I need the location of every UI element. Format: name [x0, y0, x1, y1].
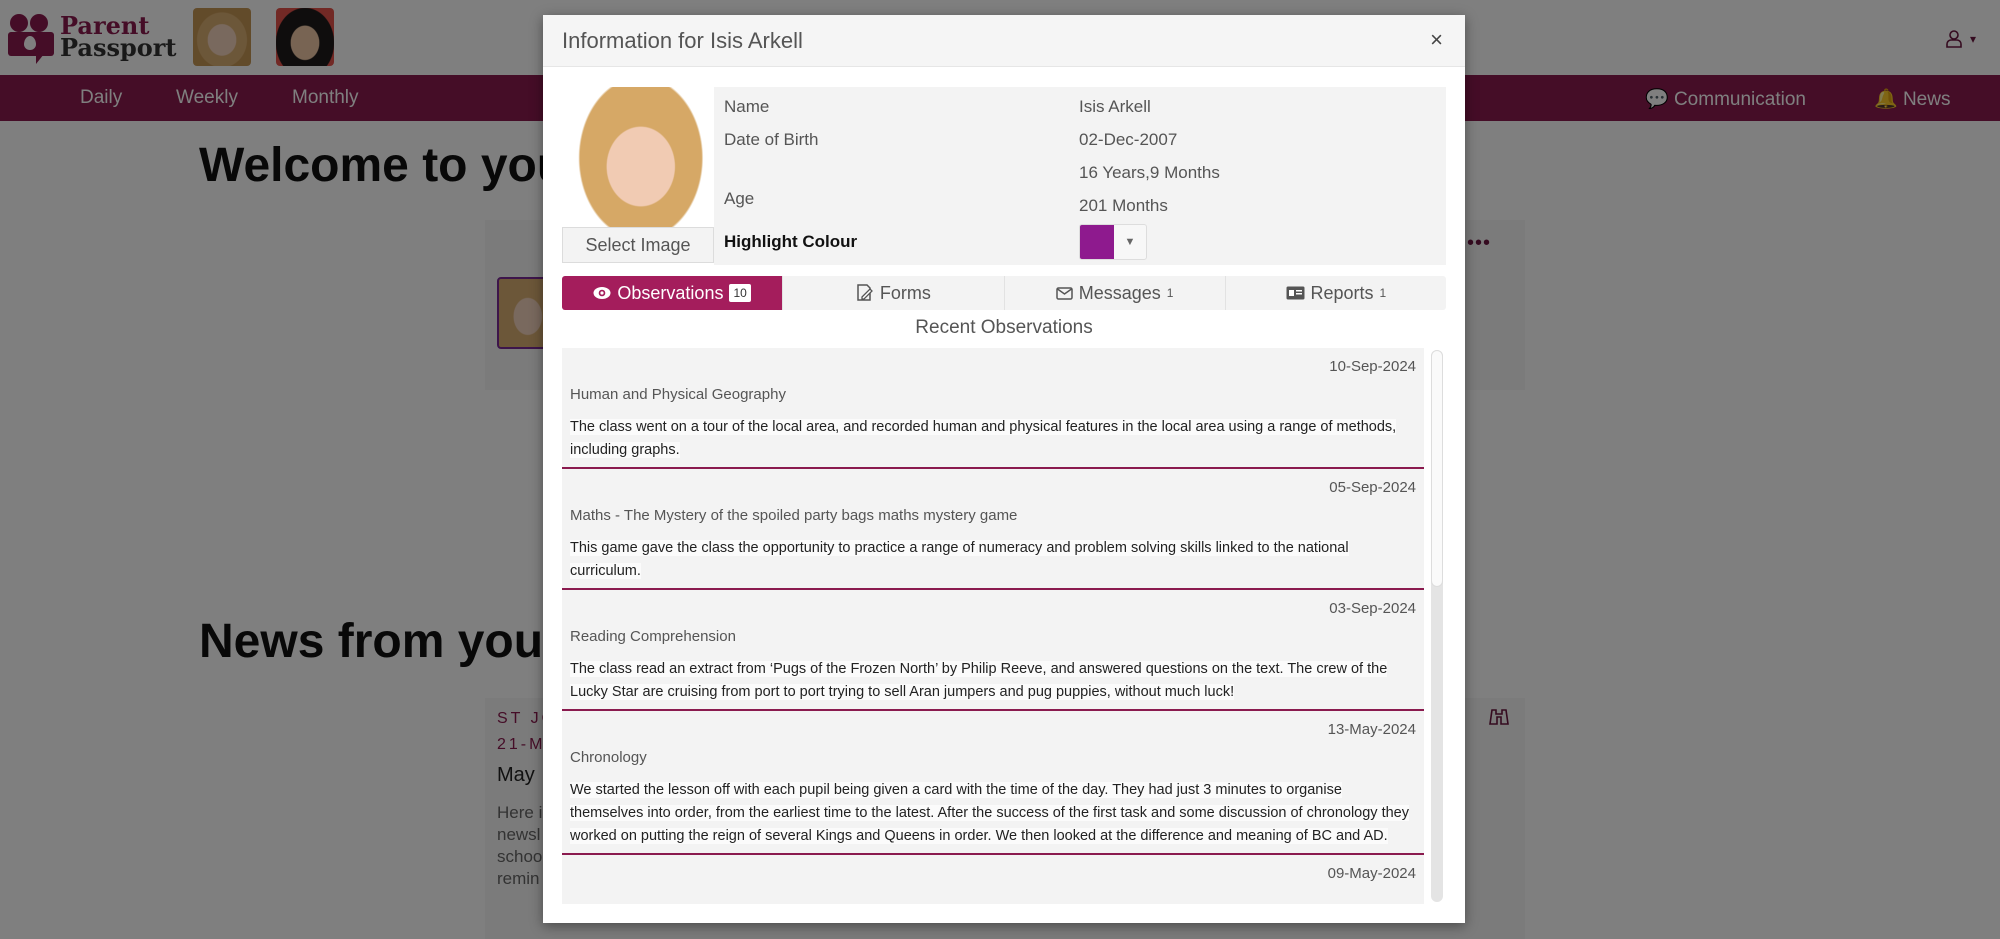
modal-title: Information for Isis Arkell [562, 28, 803, 53]
eye-icon [593, 287, 611, 299]
reports-count-badge: 1 [1379, 286, 1387, 300]
observations-list[interactable]: 10-Sep-2024 Human and Physical Geography… [562, 348, 1424, 904]
modal-tabs: Observations 10 Forms Messages 1 Reports… [562, 276, 1446, 310]
observation-text-content: This game gave the class the opportunity… [570, 540, 1349, 579]
highlight-colour-picker[interactable]: ▼ [1079, 224, 1147, 260]
tab-reports-label: Reports [1310, 282, 1374, 303]
observation-date: 03-Sep-2024 [1329, 600, 1416, 617]
observation-date: 05-Sep-2024 [1329, 479, 1416, 496]
observation-item[interactable]: 05-Sep-2024 Maths - The Mystery of the s… [562, 469, 1424, 590]
tab-messages[interactable]: Messages 1 [1003, 276, 1225, 310]
name-value: Isis Arkell [1079, 97, 1151, 116]
envelope-icon [1056, 286, 1073, 300]
child-photo [568, 87, 708, 229]
observation-item[interactable]: 03-Sep-2024 Reading Comprehension The cl… [562, 590, 1424, 711]
observation-item[interactable]: 13-May-2024 Chronology We started the le… [562, 711, 1424, 855]
scrollbar-thumb[interactable] [1431, 350, 1443, 588]
observation-text: We started the lesson off with each pupi… [570, 775, 1416, 853]
observation-subject: Reading Comprehension [570, 628, 736, 645]
observation-text: The class went on a tour of the local ar… [570, 412, 1416, 467]
observation-subject [570, 885, 1416, 904]
observation-subject: Chronology [570, 749, 647, 766]
select-image-button[interactable]: Select Image [562, 227, 714, 263]
child-details-table: Name Isis Arkell Date of Birth 02-Dec-20… [714, 87, 1446, 265]
modal-header: Information for Isis Arkell × [543, 15, 1465, 67]
messages-count-badge: 1 [1166, 286, 1174, 300]
colour-swatch [1080, 225, 1114, 259]
name-label: Name [724, 97, 770, 116]
highlight-colour-label: Highlight Colour [724, 232, 858, 251]
tab-observations[interactable]: Observations 10 [562, 276, 783, 310]
child-info-section: Select Image Name Isis Arkell Date of Bi… [562, 87, 1446, 265]
observation-item[interactable]: 10-Sep-2024 Human and Physical Geography… [562, 348, 1424, 469]
tab-messages-label: Messages [1078, 282, 1161, 303]
age-label: Age [724, 189, 755, 208]
age-months-value: 201 Months [1079, 196, 1168, 215]
tab-observations-label: Observations [617, 282, 724, 303]
child-info-modal: Information for Isis Arkell × Select Ima… [543, 15, 1465, 923]
observation-subject: Maths - The Mystery of the spoiled party… [570, 507, 1018, 524]
observation-subject: Human and Physical Geography [570, 386, 786, 403]
observations-count-badge: 10 [729, 284, 751, 302]
observation-text: This game gave the class the opportunity… [570, 533, 1416, 588]
dob-value: 02-Dec-2007 [1079, 130, 1178, 149]
form-icon [857, 284, 873, 301]
tab-forms-label: Forms [879, 282, 931, 303]
chevron-down-icon: ▼ [1124, 236, 1136, 248]
recent-observations-heading: Recent Observations [915, 317, 1093, 338]
observation-date: 10-Sep-2024 [1329, 358, 1416, 375]
observation-text-content: We started the lesson off with each pupi… [570, 782, 1409, 844]
observation-date: 13-May-2024 [1327, 721, 1416, 738]
tab-forms[interactable]: Forms [782, 276, 1003, 310]
close-button[interactable]: × [1430, 27, 1443, 53]
observations-scrollbar[interactable] [1431, 350, 1443, 902]
observation-text: The class read an extract from ‘Pugs of … [570, 654, 1416, 709]
age-years-value: 16 Years,9 Months [1079, 163, 1220, 182]
observation-item[interactable]: 09-May-2024 [562, 855, 1424, 904]
observation-date: 09-May-2024 [1327, 865, 1416, 882]
observation-text-content: The class read an extract from ‘Pugs of … [570, 661, 1388, 700]
tab-reports[interactable]: Reports 1 [1224, 276, 1446, 310]
report-card-icon [1286, 286, 1305, 300]
dob-label: Date of Birth [724, 130, 819, 149]
observation-text-content: The class went on a tour of the local ar… [570, 419, 1397, 458]
